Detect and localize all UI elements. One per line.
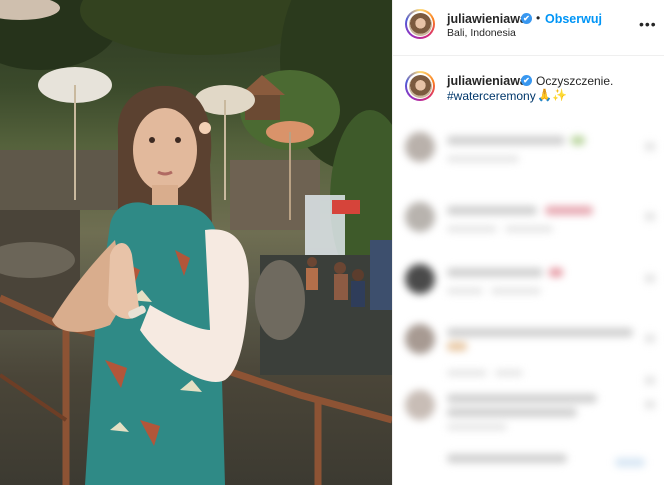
photo-scene (0, 0, 392, 485)
post-header: juliawieniawa ✔ • Obserwuj Bali, Indones… (393, 0, 664, 56)
comment-item (405, 264, 655, 314)
caption-verified-badge-icon: ✔ (521, 75, 532, 86)
more-options-icon[interactable]: ••• (639, 16, 657, 32)
caption-avatar[interactable] (405, 71, 435, 101)
caption-username[interactable]: juliawieniawa (447, 74, 527, 88)
caption-emojis: 🙏✨ (537, 88, 567, 102)
post-photo[interactable] (0, 0, 392, 485)
author-username[interactable]: juliawieniawa (447, 12, 527, 26)
author-avatar[interactable] (405, 9, 435, 39)
follow-button[interactable]: Obserwuj (545, 12, 602, 26)
comment-item (405, 390, 655, 440)
header-separator: • (536, 11, 541, 25)
comment-item (405, 448, 655, 498)
comment-item (405, 132, 655, 182)
comment-item (405, 202, 655, 252)
post-location[interactable]: Bali, Indonesia (447, 27, 516, 39)
verified-badge-icon: ✔ (521, 13, 532, 24)
caption-text: Oczyszczenie. (536, 74, 614, 88)
comments-list-blurred (393, 118, 664, 485)
post-side-panel: juliawieniawa ✔ • Obserwuj Bali, Indones… (392, 0, 664, 485)
caption-hashtag[interactable]: #waterceremony (447, 89, 536, 103)
